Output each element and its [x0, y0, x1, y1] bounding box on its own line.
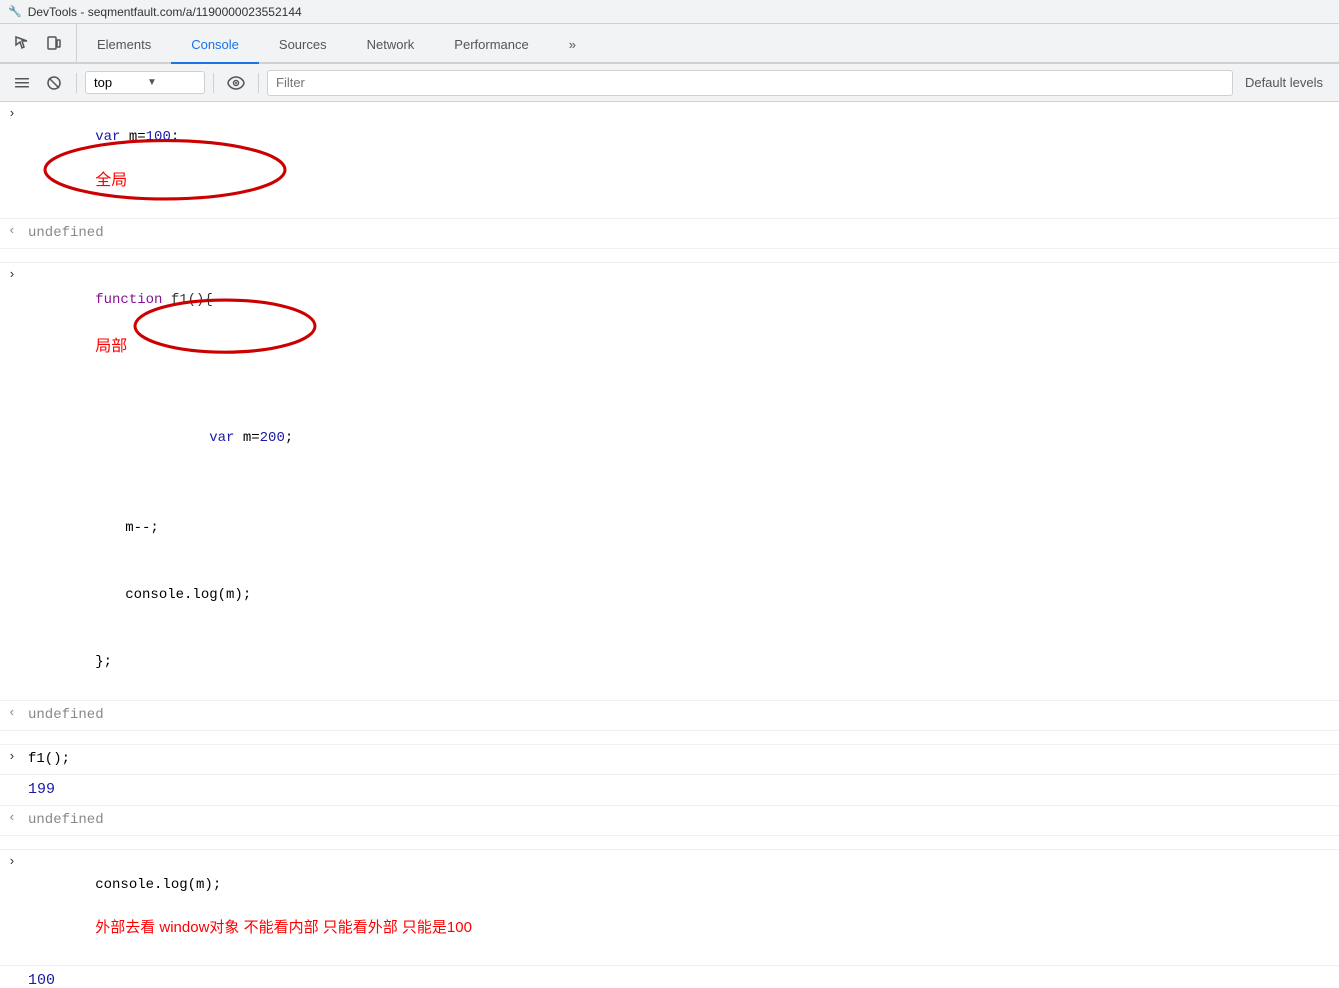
line-content-9: 100: [28, 968, 1339, 988]
console-line-8: › console.log(m); 外部去看 window对象 不能看内部 只能…: [0, 850, 1339, 966]
console-line-1: › var m=100; 全局: [0, 102, 1339, 219]
output-arrow-2: ‹: [0, 221, 28, 240]
context-selector[interactable]: top ▼: [85, 71, 205, 94]
console-output-area: › var m=100; 全局 ‹ undefined › function f…: [0, 102, 1339, 988]
console-content: › var m=100; 全局 ‹ undefined › function f…: [0, 102, 1339, 988]
toolbar-separator-3: [258, 73, 259, 93]
console-line-6: ‹ 199: [0, 775, 1339, 807]
annotation-jubu: 局部: [95, 338, 127, 355]
line-content-3: function f1(){ 局部 var m=200; m--; consol…: [28, 265, 1339, 698]
clear-console-button[interactable]: [8, 69, 36, 97]
tab-network[interactable]: Network: [347, 26, 435, 64]
output-arrow-6: ‹: [0, 777, 28, 796]
toolbar-separator-2: [213, 73, 214, 93]
output-arrow-9: ‹: [0, 968, 28, 987]
output-arrow-7: ‹: [0, 808, 28, 827]
eye-button[interactable]: [222, 69, 250, 97]
device-toolbar-button[interactable]: [40, 29, 68, 57]
line-content-6: 199: [28, 777, 1339, 804]
annotation-waibu: 外部去看 window对象 不能看内部 只能看外部 只能是100: [95, 919, 472, 936]
input-arrow-8: ›: [0, 852, 28, 871]
main-tabs: Elements Console Sources Network Perform…: [77, 24, 596, 62]
default-levels-label: Default levels: [1237, 75, 1331, 90]
console-line-3: › function f1(){ 局部 var m=200; m--; cons…: [0, 263, 1339, 701]
tab-console[interactable]: Console: [171, 26, 259, 64]
tab-elements[interactable]: Elements: [77, 26, 171, 64]
devtools-favicon: 🔧: [8, 5, 22, 18]
input-arrow-3: ›: [0, 265, 28, 284]
tab-bar: Elements Console Sources Network Perform…: [0, 24, 1339, 64]
line-content-2: undefined: [28, 221, 1339, 246]
console-line-blank-3: [0, 836, 1339, 850]
console-line-blank-2: [0, 731, 1339, 745]
console-line-2: ‹ undefined: [0, 219, 1339, 249]
inspect-element-button[interactable]: [8, 29, 36, 57]
filter-input[interactable]: [267, 70, 1233, 96]
stop-button[interactable]: [40, 69, 68, 97]
tab-more[interactable]: »: [549, 26, 596, 64]
title-text: DevTools - seqmentfault.com/a/1190000023…: [28, 5, 302, 19]
tab-bar-tools: [0, 24, 77, 62]
tab-performance[interactable]: Performance: [434, 26, 548, 64]
line-content-4: undefined: [28, 703, 1339, 728]
output-arrow-4: ‹: [0, 703, 28, 722]
console-toolbar: top ▼ Default levels: [0, 64, 1339, 102]
console-line-7: ‹ undefined: [0, 806, 1339, 836]
line-content-7: undefined: [28, 808, 1339, 833]
console-line-4: ‹ undefined: [0, 701, 1339, 731]
console-line-9: ‹ 100: [0, 966, 1339, 988]
console-line-5: › f1();: [0, 745, 1339, 775]
line-content-8: console.log(m); 外部去看 window对象 不能看内部 只能看外…: [28, 852, 1339, 963]
line-content-1: var m=100; 全局: [28, 104, 1339, 216]
input-arrow-1: ›: [0, 104, 28, 123]
console-line-blank-1: [0, 249, 1339, 263]
title-bar: 🔧 DevTools - seqmentfault.com/a/11900000…: [0, 0, 1339, 24]
input-arrow-5: ›: [0, 747, 28, 766]
annotation-quanju: 全局: [95, 172, 127, 189]
tab-sources[interactable]: Sources: [259, 26, 347, 64]
dropdown-arrow-icon: ▼: [147, 77, 196, 88]
line-content-5: f1();: [28, 747, 1339, 772]
toolbar-separator-1: [76, 73, 77, 93]
